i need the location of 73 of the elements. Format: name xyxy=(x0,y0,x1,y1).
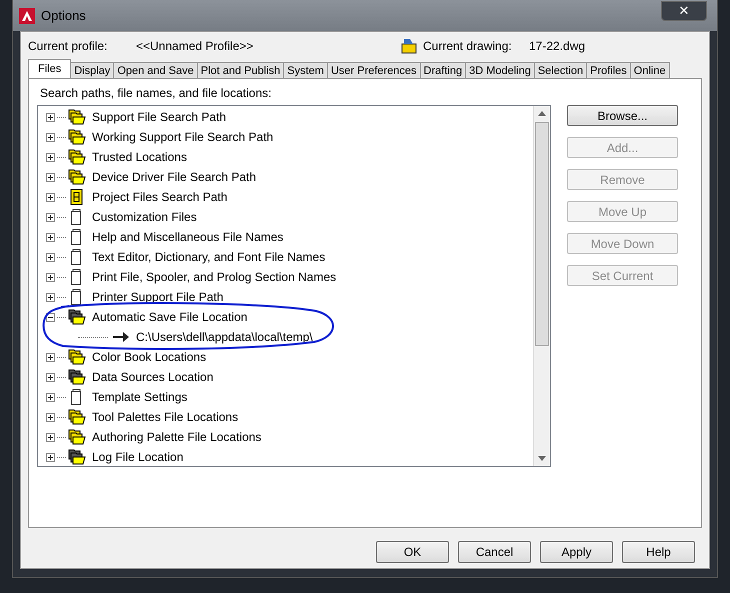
expand-icon[interactable] xyxy=(46,352,55,362)
folders-icon xyxy=(68,129,86,145)
tab[interactable]: Drafting xyxy=(420,62,466,78)
tab[interactable]: Selection xyxy=(534,62,588,78)
tree-item[interactable]: Log File Location xyxy=(92,450,184,464)
tree-item[interactable]: Printer Support File Path xyxy=(92,290,224,304)
expand-icon[interactable] xyxy=(46,232,55,242)
profile-label: Current profile: xyxy=(28,39,108,53)
arrow-icon xyxy=(112,331,130,343)
tab[interactable]: Open and Save xyxy=(113,62,198,78)
expand-icon[interactable] xyxy=(46,192,55,202)
folders-icon xyxy=(68,149,86,165)
expand-icon[interactable] xyxy=(46,132,55,142)
expand-icon[interactable] xyxy=(46,412,55,422)
tree-item[interactable]: C:\Users\dell\appdata\local\temp\ xyxy=(136,330,313,344)
folders-icon xyxy=(68,449,86,465)
drawing-value: 17-22.dwg xyxy=(529,39,586,53)
tree-item[interactable]: Customization Files xyxy=(92,210,197,224)
tree-item[interactable]: Tool Palettes File Locations xyxy=(92,410,238,424)
folders-icon xyxy=(68,169,86,185)
dialog-button[interactable]: Help xyxy=(622,541,695,563)
tree-item[interactable]: Text Editor, Dictionary, and Font File Names xyxy=(92,250,326,264)
tree-item[interactable]: Trusted Locations xyxy=(92,150,187,164)
tree-item[interactable]: Template Settings xyxy=(92,390,188,404)
app-logo-icon xyxy=(19,8,35,24)
tab[interactable]: Display xyxy=(70,62,114,78)
expand-icon[interactable] xyxy=(46,432,55,442)
tab[interactable]: 3D Modeling xyxy=(465,62,535,78)
drawing-label: Current drawing: xyxy=(423,39,513,53)
tree-item[interactable]: Print File, Spooler, and Prolog Section Names xyxy=(92,270,336,284)
dialog-button[interactable]: Cancel xyxy=(458,541,531,563)
expand-icon[interactable] xyxy=(46,452,55,462)
close-button[interactable]: ✕ xyxy=(661,0,707,20)
dialog-button[interactable]: Apply xyxy=(540,541,613,563)
dialog-button[interactable]: OK xyxy=(376,541,449,563)
tree-item[interactable]: Working Support File Search Path xyxy=(92,130,274,144)
tab[interactable]: System xyxy=(283,62,328,78)
expand-icon[interactable] xyxy=(46,152,55,162)
expand-icon[interactable] xyxy=(46,252,55,262)
scroll-up-icon[interactable] xyxy=(538,111,546,116)
side-button[interactable]: Browse... xyxy=(567,105,678,126)
tree-item[interactable]: Data Sources Location xyxy=(92,370,214,384)
folders-icon xyxy=(68,109,86,125)
tree-item[interactable]: Help and Miscellaneous File Names xyxy=(92,230,284,244)
expand-icon[interactable] xyxy=(46,212,55,222)
scroll-down-icon[interactable] xyxy=(538,456,546,461)
tree-item[interactable]: Color Book Locations xyxy=(92,350,206,364)
tab[interactable]: Online xyxy=(630,62,670,78)
scrollbar[interactable] xyxy=(533,106,550,466)
tree-item[interactable]: Authoring Palette File Locations xyxy=(92,430,262,444)
tree-item[interactable]: Project Files Search Path xyxy=(92,190,228,204)
folders-icon xyxy=(68,409,86,425)
tree-item[interactable]: Automatic Save File Location xyxy=(92,310,248,324)
folders-icon xyxy=(68,349,86,365)
tree-label: Search paths, file names, and file locations: xyxy=(40,86,272,100)
tab[interactable]: User Preferences xyxy=(326,62,421,78)
tab[interactable]: Files xyxy=(28,59,72,78)
expand-icon[interactable] xyxy=(46,372,55,382)
tab[interactable]: Plot and Publish xyxy=(196,62,284,78)
window-title: Options xyxy=(41,8,86,23)
folders-icon xyxy=(68,309,86,325)
folders-icon xyxy=(68,369,86,385)
folders-icon xyxy=(68,429,86,445)
expand-icon[interactable] xyxy=(46,172,55,182)
profile-value: <<Unnamed Profile>> xyxy=(136,39,254,53)
tab[interactable]: Profiles xyxy=(586,62,631,78)
tree-item[interactable]: Device Driver File Search Path xyxy=(92,170,256,184)
expand-icon[interactable] xyxy=(46,392,55,402)
drawing-icon xyxy=(401,38,417,54)
expand-icon[interactable] xyxy=(46,272,55,282)
tree-item[interactable]: Support File Search Path xyxy=(92,110,226,124)
expand-icon[interactable] xyxy=(46,112,55,122)
expand-icon[interactable] xyxy=(46,292,55,302)
